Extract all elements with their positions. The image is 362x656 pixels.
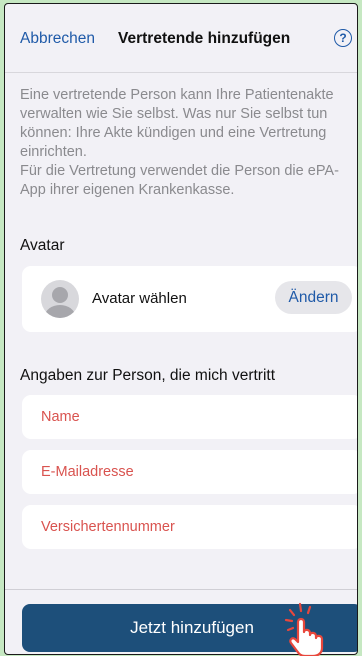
avatar-card[interactable]: Avatar wählen Ändern	[22, 266, 357, 332]
header-divider	[5, 72, 357, 73]
intro-paragraph-2: Für die Vertretung verwendet die Person …	[20, 163, 339, 198]
help-icon[interactable]: ?	[334, 29, 352, 47]
intro-text: Eine vertretende Person kann Ihre Patien…	[20, 86, 357, 200]
change-avatar-button[interactable]: Ändern	[275, 281, 352, 314]
person-section-title: Angaben zur Person, die mich vertritt	[20, 367, 276, 384]
footer-divider	[5, 589, 357, 590]
avatar-section-title: Avatar	[20, 237, 65, 254]
page-title: Vertretende hinzufügen	[118, 30, 291, 47]
name-field[interactable]: Name	[22, 395, 357, 439]
name-field-label: Name	[41, 409, 80, 425]
navigation-bar: Abbrechen Vertretende hinzufügen ?	[5, 4, 357, 72]
email-field-label: E-Mailadresse	[41, 464, 134, 480]
cancel-button[interactable]: Abbrechen	[20, 30, 95, 48]
avatar-label: Avatar wählen	[92, 290, 187, 307]
intro-paragraph-1: Eine vertretende Person kann Ihre Patien…	[20, 87, 334, 160]
pointer-hand-icon	[284, 602, 324, 656]
insurance-number-field-label: Versichertennummer	[41, 519, 175, 535]
phone-screen: Abbrechen Vertretende hinzufügen ? Eine …	[4, 3, 358, 655]
email-field[interactable]: E-Mailadresse	[22, 450, 357, 494]
avatar-placeholder-icon	[41, 280, 79, 318]
insurance-number-field[interactable]: Versichertennummer	[22, 505, 357, 549]
